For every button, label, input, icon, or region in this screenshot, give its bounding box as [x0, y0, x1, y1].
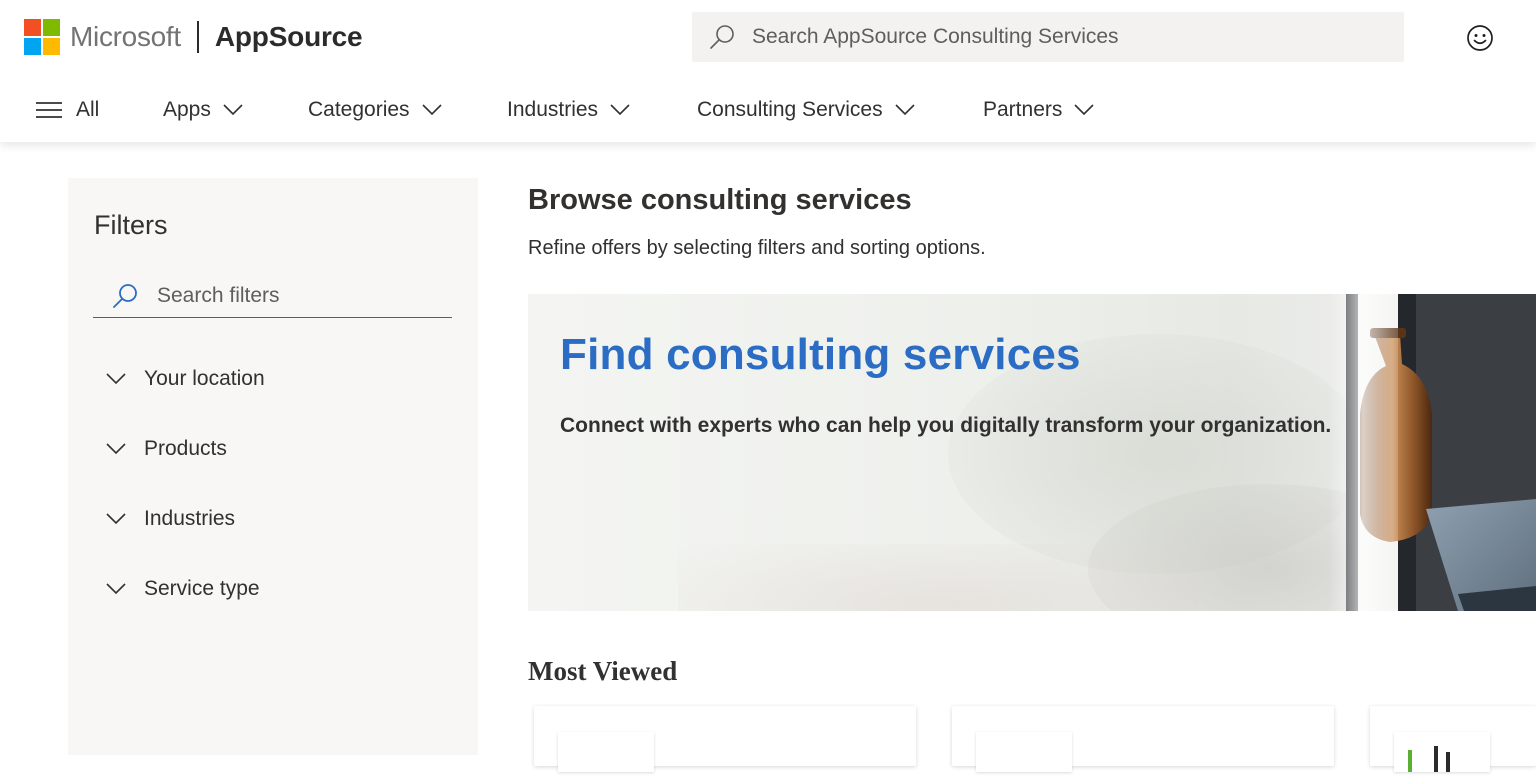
- offer-card[interactable]: [534, 706, 916, 772]
- appsource-wordmark[interactable]: AppSource: [215, 21, 363, 53]
- nav-industries[interactable]: Industries: [507, 84, 630, 136]
- site-header: Microsoft AppSource Search AppSource Con…: [0, 0, 1536, 142]
- microsoft-logo: [24, 19, 60, 55]
- filters-panel: Filters Your location Products Industrie…: [68, 178, 478, 755]
- page-subtitle: Refine offers by selecting filters and s…: [528, 237, 986, 259]
- chevron-down-icon: [1074, 104, 1094, 116]
- filter-group-label: Industries: [144, 507, 236, 530]
- filter-group-label: Service type: [144, 577, 260, 600]
- chevron-down-icon: [223, 104, 243, 116]
- smiley-icon[interactable]: [1462, 20, 1498, 56]
- chevron-down-icon: [106, 373, 144, 385]
- nav-partners[interactable]: Partners: [983, 84, 1094, 136]
- filters-title: Filters: [94, 210, 168, 240]
- filter-group-label: Your location: [144, 367, 265, 390]
- chevron-down-icon: [106, 513, 144, 525]
- nav-consulting-services[interactable]: Consulting Services: [697, 84, 915, 136]
- offer-logo: [976, 732, 1072, 772]
- chevron-down-icon: [106, 443, 144, 455]
- offer-card[interactable]: [1370, 706, 1536, 772]
- offer-logo-glyph: [1408, 746, 1450, 772]
- nav-apps[interactable]: Apps: [163, 84, 243, 136]
- chevron-down-icon: [106, 583, 144, 595]
- hero-description: Connect with experts who can help you di…: [560, 414, 1332, 437]
- section-title-most-viewed: Most Viewed: [528, 656, 678, 686]
- offer-card[interactable]: [952, 706, 1334, 772]
- microsoft-wordmark: Microsoft: [70, 21, 181, 52]
- filter-group-products[interactable]: Products: [106, 429, 227, 469]
- nav-categories[interactable]: Categories: [308, 84, 442, 136]
- brand[interactable]: Microsoft AppSource: [24, 18, 363, 56]
- nav-apps-label: Apps: [163, 98, 211, 121]
- offer-logo: [1394, 732, 1490, 772]
- search-icon[interactable]: [692, 12, 752, 62]
- hero-title: Find consulting services: [560, 330, 1081, 379]
- chevron-down-icon: [610, 104, 630, 116]
- nav-all-label: All: [76, 98, 100, 121]
- filter-search[interactable]: [93, 274, 452, 318]
- nav-categories-label: Categories: [308, 98, 410, 121]
- filter-group-industries[interactable]: Industries: [106, 499, 235, 539]
- nav-partners-label: Partners: [983, 98, 1063, 121]
- chevron-down-icon: [895, 104, 915, 116]
- global-search[interactable]: [692, 12, 1404, 62]
- hero-banner: Find consulting services Connect with ex…: [528, 294, 1536, 611]
- global-search-input[interactable]: [752, 17, 1372, 57]
- nav-all[interactable]: All: [36, 84, 99, 136]
- nav-consulting-services-label: Consulting Services: [697, 98, 883, 121]
- offer-logo: [558, 732, 654, 772]
- main-nav: All Apps Categories Industries Consultin…: [0, 84, 1536, 136]
- nav-industries-label: Industries: [507, 98, 599, 121]
- brand-divider: [196, 21, 199, 53]
- filter-group-label: Products: [144, 437, 227, 460]
- filter-search-input[interactable]: [157, 283, 437, 308]
- hamburger-icon: [36, 101, 62, 119]
- chevron-down-icon: [421, 104, 442, 116]
- page-title: Browse consulting services: [528, 184, 912, 216]
- filter-group-service-type[interactable]: Service type: [106, 569, 260, 609]
- filter-group-your-location[interactable]: Your location: [106, 359, 265, 399]
- search-icon: [93, 282, 157, 310]
